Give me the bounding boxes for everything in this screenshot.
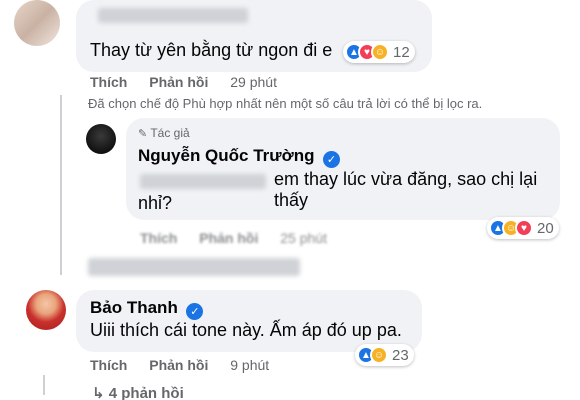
reply-button[interactable]: Phản hồi	[149, 74, 208, 90]
reaction-summary[interactable]: ▲ ☺ 23	[355, 344, 414, 366]
reaction-summary[interactable]: ▲ ♥ ☺ 12	[343, 41, 415, 63]
comment-text-continued: nhỉ?	[138, 193, 173, 213]
blurred-content	[88, 258, 300, 276]
like-button[interactable]: Thích	[90, 357, 127, 373]
more-replies-label: 4 phản hồi	[108, 385, 184, 400]
avatar[interactable]	[14, 0, 60, 46]
timestamp[interactable]: 29 phút	[230, 74, 277, 90]
blurred-mention	[140, 174, 266, 189]
comment-author: Bảo Thanh ✓	[90, 298, 204, 320]
author-badge: ✎ Tác giả	[138, 126, 190, 140]
thread-line	[60, 95, 62, 275]
timestamp[interactable]: 25 phút	[280, 230, 327, 246]
reaction-summary[interactable]: ▲ ☺ ♥ 20	[487, 217, 559, 239]
avatar[interactable]	[26, 290, 66, 330]
reply-button[interactable]: Phản hồi	[149, 357, 208, 373]
comment-bubble: ✎ Tác giả Nguyễn Quốc Trường ✓ em thay l…	[126, 118, 560, 220]
reply-arrow-icon: ↳	[92, 385, 105, 400]
timestamp[interactable]: 9 phút	[230, 357, 269, 373]
author-badge-label: Tác giả	[150, 126, 190, 140]
comment-author: Nguyễn Quốc Trường ✓	[138, 146, 340, 168]
comment-bubble: Bảo Thanh ✓ Uiii thích cái tone này. Ấm …	[76, 290, 422, 352]
like-button[interactable]: Thích	[90, 74, 127, 90]
blurred-author-name	[98, 8, 248, 23]
comment-actions: Thích Phản hồi 25 phút	[140, 230, 327, 246]
comment-actions: Thích Phản hồi 9 phút	[90, 357, 269, 373]
haha-reaction-icon: ☺	[370, 346, 388, 364]
thread-line	[43, 375, 45, 395]
comment-text: Uiii thích cái tone này. Ấm áp đó up pa.	[90, 320, 402, 340]
filter-note: Đã chọn chế độ Phù hợp nhất nên một số c…	[88, 96, 483, 111]
author-name[interactable]: Nguyễn Quốc Trường	[138, 146, 314, 165]
like-button[interactable]: Thích	[140, 230, 177, 246]
pencil-icon: ✎	[138, 128, 148, 140]
love-reaction-icon: ♥	[515, 219, 533, 237]
avatar[interactable]	[86, 124, 116, 154]
reaction-count: 20	[537, 219, 554, 237]
comment-text: em thay lúc vừa đăng, sao chị lại thấy	[274, 169, 538, 210]
haha-reaction-icon: ☺	[371, 43, 389, 61]
verified-badge-icon: ✓	[322, 151, 340, 168]
comment-text: Thay từ yên bằng từ ngon đi e	[90, 40, 333, 60]
comment-actions: Thích Phản hồi 29 phút	[90, 74, 277, 90]
reaction-count: 12	[393, 43, 410, 61]
verified-badge-icon: ✓	[186, 303, 204, 320]
author-name[interactable]: Bảo Thanh	[90, 298, 178, 317]
more-replies-link[interactable]: ↳ 4 phản hồi	[92, 384, 184, 400]
reply-button[interactable]: Phản hồi	[199, 230, 258, 246]
reaction-count: 23	[392, 346, 409, 364]
